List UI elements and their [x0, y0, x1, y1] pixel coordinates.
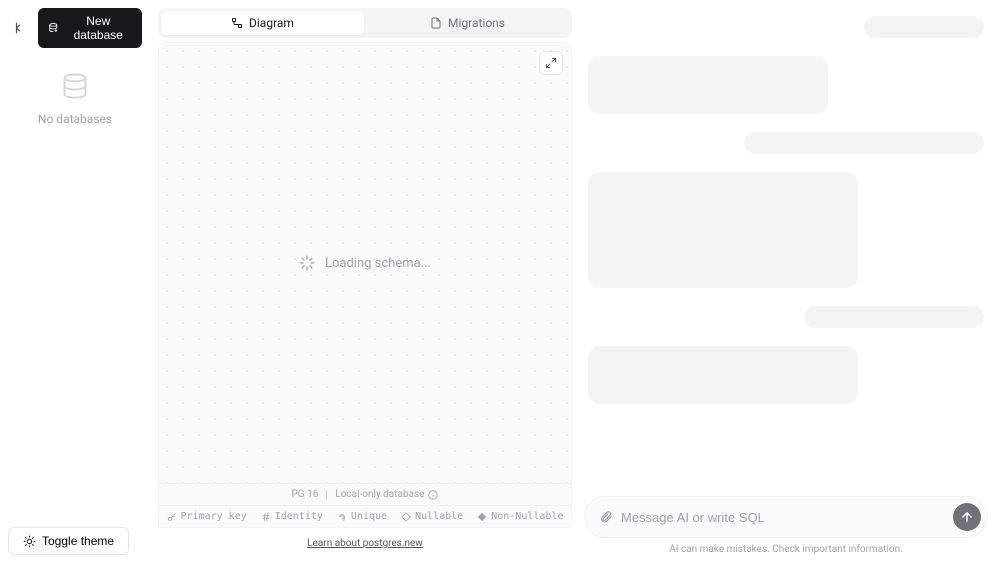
send-button[interactable]	[953, 503, 981, 531]
hash-icon	[261, 512, 271, 522]
sidebar-empty-state: No databases	[8, 48, 142, 527]
legend-primary-key: Primary key	[167, 511, 247, 522]
legend-unique: Unique	[337, 511, 387, 522]
loading-text: Loading schema...	[325, 256, 431, 271]
main-panel: Diagram Migrations Loading schema... PG …	[150, 0, 580, 563]
chat-disclaimer: AI can make mistakes. Check important in…	[584, 538, 988, 555]
diagram-canvas[interactable]: Loading schema...	[159, 43, 571, 483]
panel-left-close-icon	[13, 21, 27, 35]
sidebar-collapse-button[interactable]	[8, 16, 32, 40]
footer: Learn about postgres.new	[158, 532, 572, 555]
tab-diagram-label: Diagram	[249, 16, 294, 30]
skeleton-message	[864, 16, 984, 38]
arrow-up-icon	[960, 510, 974, 524]
new-database-button[interactable]: New database	[38, 8, 142, 48]
chat-messages	[584, 8, 988, 496]
chat-input[interactable]	[621, 510, 945, 525]
sidebar: New database No databases Toggle theme	[0, 0, 150, 563]
tab-migrations[interactable]: Migrations	[366, 11, 569, 35]
fullscreen-button[interactable]	[539, 51, 563, 75]
diamond-filled-icon	[477, 512, 487, 522]
key-icon	[167, 512, 177, 522]
toggle-theme-label: Toggle theme	[42, 534, 114, 548]
diamond-outline-icon	[401, 512, 411, 522]
legend-non-nullable: Non-Nullable	[477, 511, 563, 522]
skeleton-message	[588, 172, 858, 288]
chat-input-container	[584, 496, 988, 538]
workflow-icon	[231, 17, 243, 29]
db-scope: Local-only database	[335, 489, 424, 500]
skeleton-message	[744, 132, 984, 154]
attach-button[interactable]	[599, 510, 613, 524]
maximize-icon	[545, 57, 557, 69]
skeleton-message	[804, 306, 984, 328]
status-bar: PG 16 Local-only database	[159, 483, 571, 505]
info-icon[interactable]	[428, 490, 438, 500]
fingerprint-icon	[337, 512, 347, 522]
tab-bar: Diagram Migrations	[158, 8, 572, 38]
new-database-label: New database	[65, 14, 132, 42]
spinner-icon	[299, 255, 315, 271]
legend-identity: Identity	[261, 511, 323, 522]
sidebar-top: New database	[8, 8, 142, 48]
learn-link[interactable]: Learn about postgres.new	[307, 538, 423, 549]
pg-version: PG 16	[292, 489, 319, 500]
legend-bar: Primary key Identity Unique Nullable Non…	[159, 505, 571, 527]
diagram-area: Loading schema... PG 16 Local-only datab…	[158, 42, 572, 528]
sun-icon	[23, 535, 36, 548]
legend-nullable: Nullable	[401, 511, 463, 522]
sidebar-bottom: Toggle theme	[8, 527, 142, 555]
tab-migrations-label: Migrations	[448, 16, 505, 30]
divider	[326, 490, 327, 500]
skeleton-message	[588, 346, 858, 404]
loading-indicator: Loading schema...	[299, 255, 431, 271]
database-icon	[61, 72, 89, 104]
skeleton-message	[588, 56, 828, 114]
file-icon	[430, 17, 442, 29]
paperclip-icon	[599, 510, 613, 524]
database-plus-icon	[48, 22, 59, 34]
tab-diagram[interactable]: Diagram	[161, 11, 364, 35]
toggle-theme-button[interactable]: Toggle theme	[8, 527, 129, 555]
chat-panel: AI can make mistakes. Check important in…	[580, 0, 1000, 563]
no-databases-text: No databases	[38, 112, 112, 126]
